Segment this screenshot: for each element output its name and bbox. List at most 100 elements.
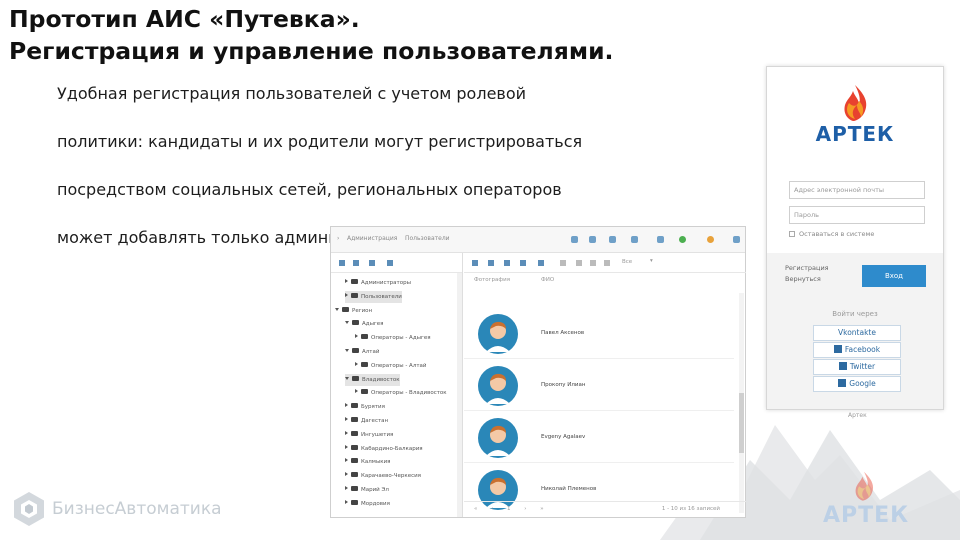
- user-avatar: [478, 418, 518, 458]
- caret-right-icon[interactable]: [345, 444, 348, 449]
- settings-icon[interactable]: [657, 236, 664, 243]
- menu-chevron-icon[interactable]: ›: [337, 235, 339, 242]
- pause-icon[interactable]: [590, 260, 596, 266]
- tree-item[interactable]: Регион: [335, 305, 372, 317]
- folder-icon: [351, 458, 358, 464]
- tree-item-label: Алтай: [362, 349, 380, 355]
- table-row[interactable]: Павел Аксенов: [464, 309, 734, 359]
- chevron-down-icon[interactable]: ▾: [650, 258, 653, 264]
- tree-item-label: Бурятия: [361, 404, 385, 411]
- col-header-photo[interactable]: Фотография: [474, 277, 510, 283]
- tree-item[interactable]: Дагестан: [345, 415, 388, 427]
- tree-item[interactable]: Операторы - Алтай: [355, 360, 426, 372]
- user-avatar: [478, 366, 518, 406]
- tree-item[interactable]: Администраторы: [345, 277, 411, 289]
- caret-down-icon[interactable]: [345, 376, 349, 380]
- google-button[interactable]: Google: [813, 376, 901, 392]
- facebook-label: Facebook: [844, 345, 881, 354]
- caret-right-icon[interactable]: [345, 458, 348, 463]
- caret-down-icon[interactable]: [335, 307, 339, 311]
- scrollbar-thumb[interactable]: [739, 393, 744, 453]
- back-icon[interactable]: [472, 260, 478, 266]
- tree-item[interactable]: Карачаево-Черкесия: [345, 470, 421, 482]
- add-user-icon[interactable]: [488, 260, 494, 266]
- tree-item[interactable]: Адыгея: [345, 318, 384, 330]
- edit-user-icon[interactable]: [504, 260, 510, 266]
- pager-controls[interactable]: « ‹ 1 › »: [474, 506, 550, 512]
- bell-icon[interactable]: [609, 236, 616, 243]
- caret-right-icon[interactable]: [345, 430, 348, 435]
- tree-item-label: Мордовия: [361, 500, 390, 507]
- caret-down-icon[interactable]: [345, 349, 349, 352]
- tree-item[interactable]: Марий Эл: [345, 484, 389, 496]
- tree-item[interactable]: Операторы - Адыгея: [355, 332, 431, 344]
- caret-right-icon[interactable]: [345, 279, 348, 283]
- twitter-button[interactable]: Twitter: [813, 359, 901, 375]
- user-name: Прокопу Илиан: [541, 382, 586, 388]
- tree-item[interactable]: Кабардино-Балкария: [345, 443, 423, 455]
- tree-item[interactable]: Алтай: [345, 346, 379, 358]
- watermark-flame-icon: [855, 471, 874, 501]
- grid-icon[interactable]: [589, 236, 596, 243]
- caret-right-icon[interactable]: [355, 361, 358, 366]
- body-line: Удобная регистрация пользователей с учет…: [57, 84, 527, 103]
- view-select[interactable]: Все: [622, 259, 632, 265]
- tree-scrollbar[interactable]: [457, 273, 462, 517]
- artek-brand: АРТЕК: [815, 122, 895, 146]
- email-field[interactable]: Адрес электронной почты: [789, 181, 925, 199]
- mail-icon[interactable]: [631, 236, 638, 243]
- password-field[interactable]: Пароль: [789, 206, 925, 224]
- breadcrumb-admin[interactable]: Администрация: [347, 235, 397, 242]
- company-logo: БизнесАвтоматика: [10, 490, 266, 530]
- facebook-button[interactable]: Facebook: [813, 342, 901, 358]
- tree-item-label: Карачаево-Черкесия: [361, 473, 421, 480]
- home-icon[interactable]: [571, 236, 578, 243]
- delete-icon[interactable]: [387, 260, 393, 266]
- edit-icon[interactable]: [369, 260, 375, 266]
- folder-icon: [342, 306, 349, 312]
- table-row[interactable]: Прокопу Илиан: [464, 361, 734, 411]
- table-row[interactable]: Evgeny Agalaev: [464, 413, 734, 463]
- filter-icon[interactable]: [560, 260, 566, 266]
- caret-right-icon[interactable]: [355, 334, 358, 339]
- delete-user-icon[interactable]: [538, 260, 544, 266]
- add-icon[interactable]: [353, 260, 359, 266]
- caret-down-icon[interactable]: [345, 321, 349, 325]
- login-button[interactable]: Вход: [862, 265, 926, 287]
- register-link[interactable]: Регистрация: [785, 263, 855, 274]
- folder-icon: [351, 472, 358, 478]
- apps-icon[interactable]: [733, 236, 740, 243]
- tree-item[interactable]: Пользователи: [345, 290, 402, 303]
- folder-icon: [351, 292, 358, 298]
- tree-item[interactable]: Калмыкия: [345, 456, 391, 468]
- return-link[interactable]: Вернуться: [785, 274, 855, 285]
- folder-icon: [361, 334, 368, 340]
- refresh-icon[interactable]: [576, 260, 582, 266]
- caret-right-icon[interactable]: [345, 403, 348, 408]
- caret-right-icon[interactable]: [355, 389, 358, 394]
- folder-add-icon[interactable]: [339, 260, 345, 266]
- status-check-icon[interactable]: [679, 236, 686, 243]
- columns-icon[interactable]: [604, 260, 610, 266]
- login-panel: АРТЕК Адрес электронной почты Пароль Ост…: [766, 66, 944, 410]
- tree-item[interactable]: Мордовия: [345, 498, 390, 510]
- caret-right-icon[interactable]: [345, 292, 348, 297]
- user-icon[interactable]: [707, 236, 714, 243]
- caret-right-icon[interactable]: [345, 486, 348, 490]
- tree-item[interactable]: Операторы - Владивосток: [355, 387, 447, 399]
- tree-item[interactable]: Владивосток: [345, 373, 400, 386]
- remember-checkbox[interactable]: [789, 231, 795, 237]
- caret-right-icon[interactable]: [345, 499, 348, 504]
- vkontakte-button[interactable]: Vkontakte: [813, 325, 901, 341]
- breadcrumb-users[interactable]: Пользователи: [405, 235, 450, 242]
- caret-right-icon[interactable]: [345, 472, 348, 477]
- tree-item[interactable]: Бурятия: [345, 401, 385, 413]
- remember-me[interactable]: Оставаться в системе: [789, 230, 874, 238]
- folder-icon: [352, 320, 359, 326]
- col-header-fio[interactable]: ФИО: [541, 277, 554, 283]
- link-icon[interactable]: [520, 260, 526, 266]
- users-scrollbar[interactable]: [739, 293, 744, 513]
- caret-right-icon[interactable]: [345, 417, 348, 421]
- folder-icon: [352, 375, 359, 381]
- tree-item[interactable]: Ингушетия: [345, 429, 393, 441]
